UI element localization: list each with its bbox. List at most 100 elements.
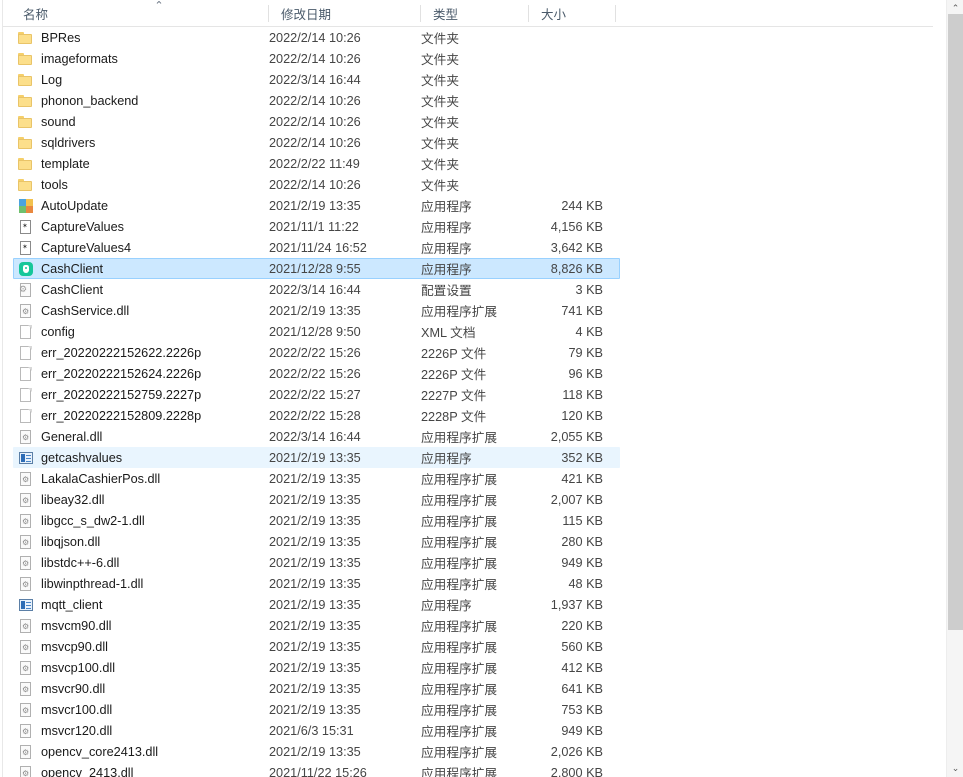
file-type: 应用程序扩展 <box>421 767 498 777</box>
file-type: 应用程序扩展 <box>421 641 498 655</box>
file-icon-cell: ⚙ <box>14 471 38 487</box>
file-type: 应用程序 <box>421 452 472 466</box>
column-header-date-modified[interactable]: 修改日期 <box>271 0 423 26</box>
scroll-down-arrow-icon[interactable]: ⌄ <box>947 760 963 777</box>
file-icon-cell: ✶ <box>14 219 38 235</box>
file-row[interactable]: ⚙ msvcp90.dll 2021/2/19 13:35 应用程序扩展 560 KB <box>13 636 620 657</box>
file-row[interactable]: ⚙ General.dll 2022/3/14 16:44 应用程序扩展 2,055 K… <box>13 426 620 447</box>
file-type: 应用程序扩展 <box>421 473 498 487</box>
file-name: opencv_2413.dll <box>41 765 134 777</box>
file-icon-cell: ⚙ <box>14 303 38 319</box>
file-row[interactable]: ✶ CaptureValues 2021/11/1 11:22 应用程序 4,156 K… <box>13 216 620 237</box>
column-divider-4[interactable] <box>615 5 616 22</box>
file-size: 280 KB <box>561 534 603 549</box>
file-row[interactable]: sound 2022/2/14 10:26 文件夹 <box>13 111 620 132</box>
file-row[interactable]: err_20220222152624.2226p 2022/2/22 15:26 2… <box>13 363 620 384</box>
file-row[interactable]: ✶ CaptureValues4 2021/11/24 16:52 应用程序 3,642… <box>13 237 620 258</box>
file-row[interactable]: template 2022/2/22 11:49 文件夹 <box>13 153 620 174</box>
dll-icon: ⚙ <box>18 471 34 487</box>
file-row[interactable]: ⚙ libwinpthread-1.dll 2021/2/19 13:35 应用程序扩… <box>13 573 620 594</box>
file-row[interactable]: ⚙ libqjson.dll 2021/2/19 13:35 应用程序扩展 280 KB <box>13 531 620 552</box>
file-date-modified: 2021/2/19 13:35 <box>269 555 361 570</box>
file-row[interactable]: getcashvalues 2021/2/19 13:35 应用程序 352 KB <box>13 447 620 468</box>
file-row[interactable]: ⚙ CashService.dll 2021/2/19 13:35 应用程序扩展 741… <box>13 300 620 321</box>
column-divider-1[interactable] <box>268 5 269 22</box>
file-row[interactable]: ⚙ CashClient 2022/3/14 16:44 配置设置 3 KB <box>13 279 620 300</box>
file-name: msvcm90.dll <box>41 618 112 633</box>
file-row[interactable]: tools 2022/2/14 10:26 文件夹 <box>13 174 620 195</box>
file-row[interactable]: ⚙ opencv_2413.dll 2021/11/22 15:26 应用程序扩展 2,… <box>13 762 620 777</box>
column-divider-2[interactable] <box>420 5 421 22</box>
dll-icon: ⚙ <box>18 681 34 697</box>
file-row[interactable]: ⚙ opencv_core2413.dll 2021/2/19 13:35 应用程序扩… <box>13 741 620 762</box>
file-list[interactable]: BPRes 2022/2/14 10:26 文件夹 imageformats 2022/… <box>3 27 933 777</box>
file-date-modified: 2021/2/19 13:35 <box>269 660 361 675</box>
column-header-type-label: 类型 <box>433 7 459 22</box>
folder-icon <box>18 135 34 151</box>
file-name: General.dll <box>41 429 103 444</box>
file-date-modified: 2021/2/19 13:35 <box>269 576 361 591</box>
file-row[interactable]: ⚙ msvcr120.dll 2021/6/3 15:31 应用程序扩展 949 KB <box>13 720 620 741</box>
dll-icon: ⚙ <box>18 534 34 550</box>
file-row[interactable]: imageformats 2022/2/14 10:26 文件夹 <box>13 48 620 69</box>
dll-icon: ⚙ <box>18 744 34 760</box>
file-row[interactable]: sqldrivers 2022/2/14 10:26 文件夹 <box>13 132 620 153</box>
file-name: CashClient <box>41 282 104 297</box>
file-type: 文件夹 <box>421 158 460 172</box>
column-divider-3[interactable] <box>528 5 529 22</box>
vertical-scrollbar[interactable]: ⌃ ⌄ <box>946 0 963 777</box>
file-icon-cell: ✶ <box>14 240 38 256</box>
document-icon <box>18 366 34 382</box>
file-row[interactable]: ⚙ libstdc++-6.dll 2021/2/19 13:35 应用程序扩展 949… <box>13 552 620 573</box>
file-name: msvcp100.dll <box>41 660 116 675</box>
file-date-modified: 2021/2/19 13:35 <box>269 639 361 654</box>
file-size: 741 KB <box>561 303 603 318</box>
file-name: CaptureValues4 <box>41 240 132 255</box>
file-row[interactable]: mqtt_client 2021/2/19 13:35 应用程序 1,937 KB <box>13 594 620 615</box>
file-date-modified: 2021/12/28 9:50 <box>269 324 361 339</box>
file-row[interactable]: CashClient 2021/12/28 9:55 应用程序 8,826 KB <box>13 258 620 279</box>
window-app-icon <box>18 597 34 613</box>
file-row[interactable]: ⚙ libeay32.dll 2021/2/19 13:35 应用程序扩展 2,007 … <box>13 489 620 510</box>
file-row[interactable]: ⚙ msvcr90.dll 2021/2/19 13:35 应用程序扩展 641 KB <box>13 678 620 699</box>
file-size: 2,026 KB <box>550 744 603 759</box>
file-icon-cell <box>14 345 38 361</box>
file-size: 3,642 KB <box>550 240 603 255</box>
file-size: 421 KB <box>561 471 603 486</box>
file-size: 220 KB <box>561 618 603 633</box>
file-row[interactable]: AutoUpdate 2021/2/19 13:35 应用程序 244 KB <box>13 195 620 216</box>
file-name: libstdc++-6.dll <box>41 555 120 570</box>
file-row[interactable]: err_20220222152809.2228p 2022/2/22 15:28 2… <box>13 405 620 426</box>
file-explorer-details-view: 名称 ⌃ 修改日期 类型 大小 BPRes 2022/2/14 10:26 文件夹 i… <box>0 0 963 777</box>
file-size: 2,055 KB <box>550 429 603 444</box>
file-row[interactable]: BPRes 2022/2/14 10:26 文件夹 <box>13 27 620 48</box>
file-type: 应用程序扩展 <box>421 536 498 550</box>
dll-icon: ⚙ <box>18 492 34 508</box>
file-row[interactable]: ⚙ msvcp100.dll 2021/2/19 13:35 应用程序扩展 412 KB <box>13 657 620 678</box>
file-icon-cell: ⚙ <box>14 555 38 571</box>
column-header-size[interactable]: 大小 <box>531 0 615 26</box>
file-icon-cell: ⚙ <box>14 429 38 445</box>
file-row[interactable]: ⚙ LakalaCashierPos.dll 2021/2/19 13:35 应用程序… <box>13 468 620 489</box>
file-row[interactable]: ⚙ msvcr100.dll 2021/2/19 13:35 应用程序扩展 753 KB <box>13 699 620 720</box>
file-row[interactable]: ⚙ msvcm90.dll 2021/2/19 13:35 应用程序扩展 220 KB <box>13 615 620 636</box>
file-row[interactable]: phonon_backend 2022/2/14 10:26 文件夹 <box>13 90 620 111</box>
file-row[interactable]: err_20220222152759.2227p 2022/2/22 15:27 2… <box>13 384 620 405</box>
file-row[interactable]: err_20220222152622.2226p 2022/2/22 15:26 2… <box>13 342 620 363</box>
file-date-modified: 2021/6/3 15:31 <box>269 723 354 738</box>
file-row[interactable]: Log 2022/3/14 16:44 文件夹 <box>13 69 620 90</box>
file-icon-cell <box>14 93 38 109</box>
column-header-type[interactable]: 类型 <box>423 0 531 26</box>
column-header-size-label: 大小 <box>541 7 567 22</box>
file-name: libwinpthread-1.dll <box>41 576 144 591</box>
folder-icon <box>18 72 34 88</box>
dll-icon: ⚙ <box>18 576 34 592</box>
file-type: 应用程序扩展 <box>421 557 498 571</box>
file-row[interactable]: config 2021/12/28 9:50 XML 文档 4 KB <box>13 321 620 342</box>
file-row[interactable]: ⚙ libgcc_s_dw2-1.dll 2021/2/19 13:35 应用程序扩展… <box>13 510 620 531</box>
scrollbar-thumb[interactable] <box>948 14 963 630</box>
file-size: 115 KB <box>562 513 603 528</box>
column-header-name[interactable]: 名称 ⌃ <box>13 0 248 26</box>
star-document-icon: ✶ <box>18 219 34 235</box>
file-icon-cell <box>14 387 38 403</box>
